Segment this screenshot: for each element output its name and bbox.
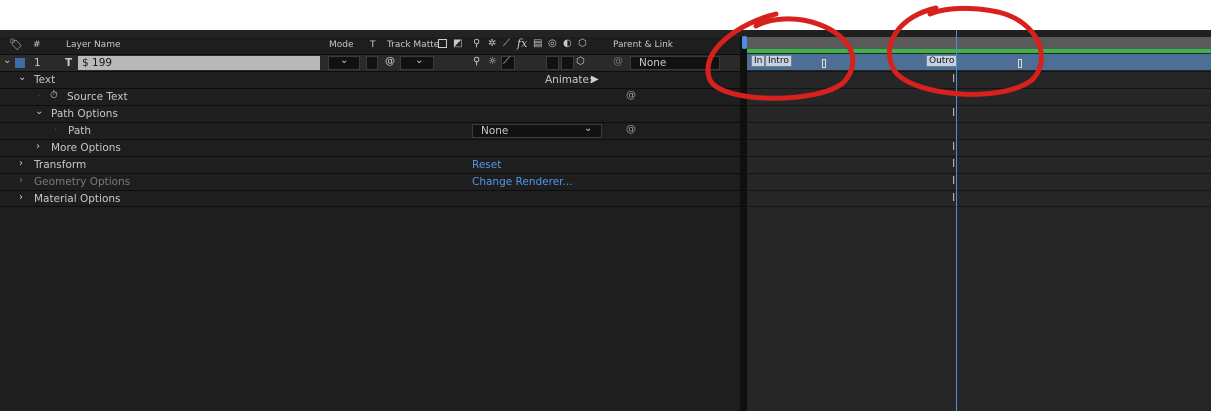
- material-options-label: Material Options: [34, 193, 121, 205]
- transform-row[interactable]: › Transform Reset: [0, 156, 740, 173]
- fx-icon: fx: [517, 37, 528, 50]
- quality-slash-icon: ⟋: [503, 56, 510, 67]
- mode-dropdown-chevron-icon: ⌄: [340, 55, 349, 66]
- shy-toggle-icon[interactable]: ⚲: [473, 56, 480, 67]
- more-options-row[interactable]: › More Options: [0, 139, 740, 156]
- marker-outro[interactable]: Outro: [926, 55, 958, 67]
- column-track-matte: Track Matte: [387, 40, 440, 50]
- chevron-right-icon[interactable]: ›: [36, 141, 40, 152]
- timeline-row: [747, 105, 1211, 122]
- column-number: #: [33, 40, 41, 50]
- more-options-label: More Options: [51, 142, 121, 154]
- layer-duration-bar[interactable]: [747, 54, 1211, 70]
- timeline-row: [747, 139, 1211, 156]
- path-dropdown-value: None: [481, 125, 509, 137]
- text-layer-type-icon: T: [65, 57, 73, 69]
- column-mode: Mode: [329, 40, 354, 50]
- playhead-ibeam-icon: I: [952, 106, 956, 119]
- marker-intro[interactable]: Intro: [765, 55, 792, 67]
- collapse-toggle-icon[interactable]: ☼: [488, 56, 497, 67]
- marker-intro-duration-handle[interactable]: [822, 59, 826, 68]
- top-blank-area: [0, 0, 1211, 30]
- marker-outro-duration-handle[interactable]: [1018, 59, 1022, 68]
- timeline-row: [747, 190, 1211, 207]
- expression-spiral-icon[interactable]: @: [626, 90, 636, 101]
- collapse-icon: ✲: [488, 38, 497, 49]
- chevron-down-icon[interactable]: ⌄: [35, 106, 43, 117]
- playhead-ibeam-icon: I: [952, 140, 956, 153]
- layer-name-field[interactable]: [78, 56, 320, 70]
- parent-pickwhip-icon[interactable]: @: [613, 56, 623, 67]
- work-area-bar[interactable]: [747, 37, 1211, 49]
- panel-divider[interactable]: [740, 37, 747, 411]
- material-options-row[interactable]: › Material Options: [0, 190, 740, 207]
- path-label: Path: [68, 125, 92, 137]
- column-parent-link: Parent & Link: [613, 40, 673, 50]
- stopwatch-icon[interactable]: ⏱: [50, 90, 58, 101]
- preserve-transparency-toggle[interactable]: [366, 56, 378, 70]
- path-row[interactable]: · Path None ⌄ @: [0, 122, 740, 139]
- bullet-icon: ·: [54, 125, 58, 136]
- change-renderer-link[interactable]: Change Renderer...: [472, 176, 573, 188]
- adjustment-toggle[interactable]: [546, 56, 559, 70]
- 3d-cube-icon[interactable]: ⬡: [576, 56, 585, 67]
- column-t: T: [370, 40, 376, 50]
- bullet-icon: ·: [37, 91, 41, 102]
- render-bar: [747, 49, 1211, 53]
- matte-invert-icon: ◩: [453, 38, 463, 49]
- timeline-row: [747, 173, 1211, 190]
- 3d-layer-toggle[interactable]: [561, 56, 574, 70]
- chevron-down-icon[interactable]: ⌄: [3, 55, 11, 66]
- layer-label-color[interactable]: [15, 58, 25, 68]
- layer-row[interactable]: ⌄ 1 T $ 199 ⌄ @ ⌄ ⚲ ☼ ⟋ ⬡ @ None: [0, 54, 740, 71]
- quality-icon: ⟋: [503, 38, 510, 49]
- source-text-row[interactable]: · ⏱ Source Text @: [0, 88, 740, 105]
- column-header: 🏷 # Layer Name Mode T Track Matte ◩ ⚲ ✲ …: [0, 37, 740, 54]
- parent-value: None: [639, 57, 667, 69]
- track-matte-pickwhip-icon[interactable]: @: [385, 56, 395, 67]
- chevron-down-icon[interactable]: ⌄: [18, 72, 26, 83]
- chevron-right-icon[interactable]: ›: [19, 192, 23, 203]
- timeline-row: [747, 88, 1211, 105]
- geometry-options-row[interactable]: › Geometry Options Change Renderer...: [0, 173, 740, 190]
- shy-icon: ⚲: [473, 38, 481, 49]
- column-layer-name[interactable]: Layer Name: [66, 40, 121, 50]
- timeline-row: [747, 71, 1211, 88]
- reset-link[interactable]: Reset: [472, 159, 501, 171]
- adjustment-layer-icon: ◐: [563, 38, 572, 49]
- animate-play-icon[interactable]: ▶: [591, 74, 599, 85]
- playhead-ibeam-icon: I: [952, 72, 956, 85]
- label-tag-icon[interactable]: 🏷: [9, 38, 23, 51]
- layer-name[interactable]: $ 199: [82, 57, 112, 69]
- frame-blend-icon: ▤: [533, 38, 543, 49]
- chevron-right-icon[interactable]: ›: [19, 175, 23, 186]
- matte-square-icon: [438, 39, 447, 48]
- 3d-layer-icon: ⬡: [578, 38, 587, 49]
- track-matte-chevron-icon: ⌄: [415, 55, 424, 66]
- chevron-right-icon[interactable]: ›: [19, 158, 23, 169]
- path-options-label: Path Options: [51, 108, 118, 120]
- animate-label: Animate:: [545, 74, 593, 86]
- expression-spiral-icon[interactable]: @: [626, 124, 636, 135]
- transform-label: Transform: [34, 159, 87, 171]
- layer-number: 1: [34, 57, 41, 69]
- path-options-row[interactable]: ⌄ Path Options: [0, 105, 740, 122]
- source-text-label: Source Text: [67, 91, 128, 103]
- text-group-label: Text: [34, 74, 56, 86]
- timeline-row: [747, 156, 1211, 173]
- motion-blur-icon: ◎: [548, 38, 557, 49]
- geometry-options-label: Geometry Options: [34, 176, 131, 188]
- current-time-indicator[interactable]: [956, 30, 957, 411]
- playhead-ibeam-icon: I: [952, 157, 956, 170]
- path-dropdown-chevron-icon: ⌄: [584, 123, 593, 134]
- playhead-ibeam-icon: I: [952, 191, 956, 204]
- playhead-ibeam-icon: I: [952, 174, 956, 187]
- timeline-row: [747, 122, 1211, 139]
- work-area-start-handle[interactable]: [742, 36, 747, 49]
- text-group-row[interactable]: ⌄ Text Animate: ▶: [0, 71, 740, 88]
- marker-in-partial[interactable]: In: [751, 55, 765, 67]
